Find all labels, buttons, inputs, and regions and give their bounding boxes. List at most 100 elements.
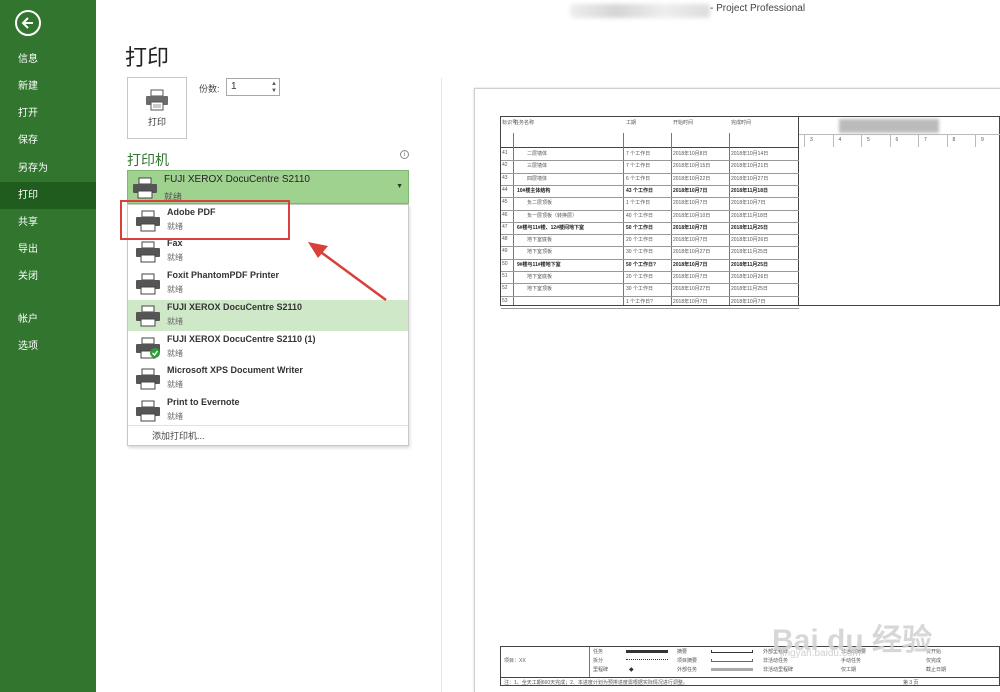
divider bbox=[671, 133, 672, 305]
printer-status: 就绪 bbox=[167, 317, 183, 326]
table-cell-dur: 20 个工作日 bbox=[626, 274, 653, 280]
printer-icon bbox=[136, 273, 160, 295]
table-cell-end: 2018年11月25日 bbox=[731, 286, 768, 293]
table-cell-dur: 50 个工作日 bbox=[626, 224, 653, 231]
legend-swatch bbox=[626, 659, 668, 661]
nav-item-save-as[interactable]: 另存为 bbox=[0, 155, 96, 182]
divider bbox=[513, 133, 514, 305]
copies-value: 1 bbox=[231, 81, 237, 92]
table-cell-id: 47 bbox=[502, 223, 508, 230]
nav-item-print[interactable]: 打印 bbox=[0, 182, 96, 209]
nav-item-info[interactable]: 信息 bbox=[0, 46, 96, 73]
nav-item-account[interactable]: 帐户 bbox=[0, 306, 96, 333]
spin-up-icon[interactable]: ▲ bbox=[271, 81, 277, 87]
timeline-tick-label: 4 bbox=[838, 137, 842, 143]
legend-item: 里程碑 bbox=[593, 667, 609, 673]
panel-divider bbox=[441, 78, 442, 692]
project-label: 项目：XX bbox=[504, 658, 526, 664]
spin-down-icon[interactable]: ▼ bbox=[271, 88, 277, 94]
copies-stepper[interactable]: 1 ▲ ▼ bbox=[226, 78, 280, 96]
divider bbox=[501, 147, 799, 148]
printer-status: 就绪 bbox=[167, 380, 183, 389]
table-cell-name: 二层墙体 bbox=[527, 151, 548, 157]
table-row-divider bbox=[501, 160, 799, 162]
table-cell-start: 2018年10月8日 bbox=[673, 151, 708, 157]
table-cell-name: 地下室底板 bbox=[527, 274, 553, 280]
printer-dropdown[interactable]: FUJI XEROX DocuCentre S2110 就绪 ▼ bbox=[127, 170, 409, 204]
add-printer-link[interactable]: 添加打印机... bbox=[152, 429, 205, 442]
backstage-nav: 信息 新建 打开 保存 另存为 打印 共享 导出 关闭 帐户 选项 bbox=[0, 0, 96, 692]
table-cell-dur: 1 个工作日? bbox=[626, 298, 653, 305]
legend-swatch bbox=[711, 668, 753, 671]
table-row-divider bbox=[501, 234, 799, 236]
table-cell-end: 2018年11月25日 bbox=[731, 249, 768, 256]
nav-item-options[interactable]: 选项 bbox=[0, 333, 96, 360]
printer-name: FUJI XEROX DocuCentre S2110 (1) bbox=[167, 334, 316, 344]
back-arrow-icon[interactable] bbox=[15, 10, 41, 36]
table-cell-id: 53 bbox=[502, 297, 508, 304]
legend-item: 外部任务 bbox=[677, 667, 698, 673]
table-cell-dur: 50 个工作日? bbox=[626, 261, 657, 268]
table-cell-start: 2018年10月22日 bbox=[673, 175, 711, 182]
timeline-tick-label: 8 bbox=[952, 137, 956, 143]
table-cell-start: 2018年10月7日 bbox=[673, 237, 708, 244]
page-number: 第 3 页 bbox=[903, 680, 919, 686]
table-cell-name: 9#楼与11#楼地下室 bbox=[517, 261, 561, 268]
table-row-divider bbox=[501, 172, 799, 174]
table-cell-name: 地下室底板 bbox=[527, 237, 553, 244]
legend-item: 项目摘要 bbox=[677, 658, 698, 664]
table-cell-dur: 1 个工作日 bbox=[626, 200, 651, 207]
table-cell-end: 2018年10月14日 bbox=[731, 151, 769, 157]
table-cell-end: 2018年10月7日 bbox=[731, 200, 766, 207]
table-cell-end: 2018年10月27日 bbox=[731, 175, 769, 182]
table-row-divider bbox=[501, 209, 799, 211]
table-cell-dur: 30 个工作日 bbox=[626, 249, 653, 256]
nav-item-share[interactable]: 共享 bbox=[0, 209, 96, 236]
table-cell-dur: 30 个工作日 bbox=[626, 286, 653, 293]
printer-default-icon bbox=[136, 337, 160, 359]
nav-item-close[interactable]: 关闭 bbox=[0, 263, 96, 290]
table-row-divider bbox=[501, 307, 799, 309]
blurred-document-name bbox=[570, 4, 710, 18]
info-icon[interactable]: i bbox=[400, 150, 409, 159]
printer-name: FUJI XEROX DocuCentre S2110 bbox=[167, 302, 303, 312]
print-button[interactable]: 打印 bbox=[127, 77, 187, 139]
nav-item-save[interactable]: 保存 bbox=[0, 127, 96, 154]
printer-icon bbox=[136, 305, 160, 327]
table-cell-end: 2018年10月21日 bbox=[731, 163, 769, 170]
timeline-tick-label: 7 bbox=[924, 137, 927, 143]
table-cell-id: 49 bbox=[502, 248, 508, 255]
printer-item-xps[interactable]: Microsoft XPS Document Writer 就绪 bbox=[128, 363, 408, 394]
table-cell-id: 48 bbox=[502, 236, 508, 243]
nav-item-new[interactable]: 新建 bbox=[0, 73, 96, 100]
printer-heading: 打印机 bbox=[127, 152, 169, 168]
table-cell-start: 2018年10月7日 bbox=[673, 261, 708, 268]
table-cell-id: 44 bbox=[502, 186, 508, 193]
timeline-tick-label: 3 bbox=[810, 137, 813, 143]
selected-printer-name: FUJI XEROX DocuCentre S2110 bbox=[164, 174, 310, 185]
page-title: 打印 bbox=[125, 45, 170, 70]
table-cell-end: 2018年10月26日 bbox=[731, 237, 769, 244]
divider bbox=[623, 133, 624, 305]
table-row-divider bbox=[501, 271, 799, 272]
printer-item-evernote[interactable]: Print to Evernote 就绪 bbox=[128, 395, 408, 426]
nav-item-export[interactable]: 导出 bbox=[0, 236, 96, 263]
app-title: - Project Professional bbox=[710, 3, 806, 14]
table-cell-start: 2018年10月15日 bbox=[673, 163, 711, 170]
timeline-divider bbox=[861, 134, 862, 147]
nav-item-open[interactable]: 打开 bbox=[0, 100, 96, 127]
printer-item-fuji-xerox-1[interactable]: FUJI XEROX DocuCentre S2110 (1) 就绪 bbox=[128, 332, 408, 363]
table-row-divider bbox=[501, 197, 799, 199]
table-cell-id: 43 bbox=[502, 174, 508, 181]
table-cell-start: 2018年10月7日 bbox=[673, 200, 708, 207]
printer-name: Print to Evernote bbox=[167, 397, 240, 407]
legend-item: 任务 bbox=[593, 649, 604, 655]
legend-item: 拆分 bbox=[593, 658, 604, 664]
printer-name: Microsoft XPS Document Writer bbox=[167, 365, 303, 375]
printer-name: Foxit PhantomPDF Printer bbox=[167, 270, 280, 280]
table-cell-id: 51 bbox=[502, 273, 508, 279]
table-row-divider bbox=[501, 221, 799, 223]
legend-swatch bbox=[711, 650, 753, 653]
fax-icon bbox=[136, 241, 160, 263]
annotation-arrow-icon bbox=[308, 242, 387, 302]
